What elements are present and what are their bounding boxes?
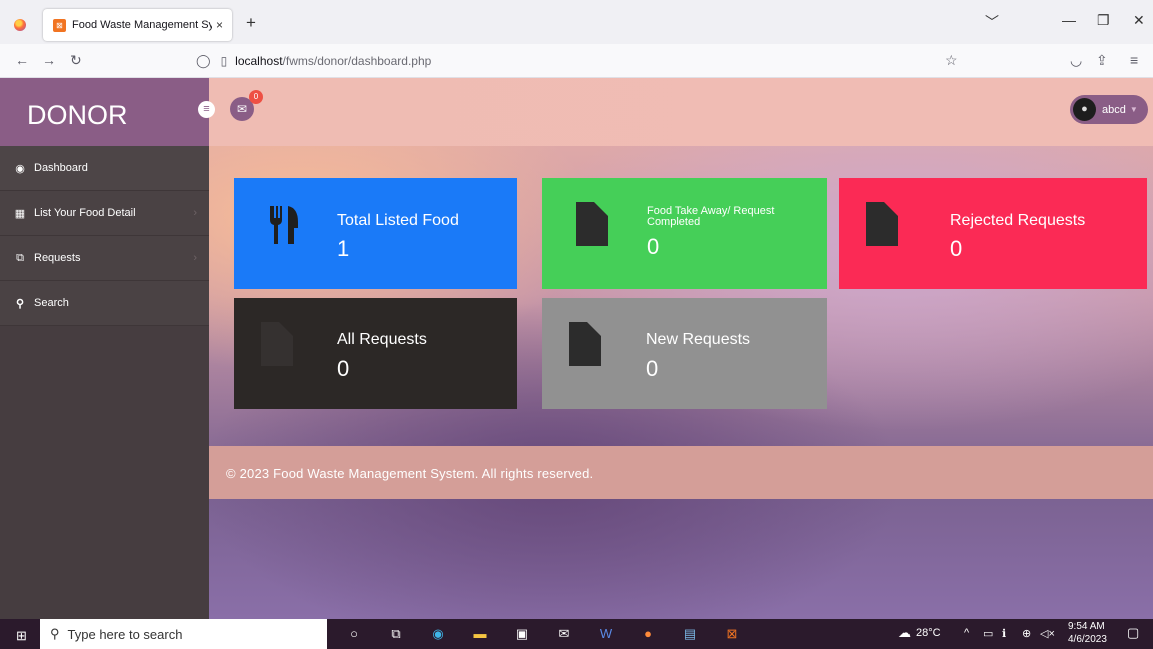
- sidebar-item-label: List Your Food Detail: [34, 207, 136, 219]
- username: abcd: [1102, 103, 1126, 116]
- browser-nav-bar: ← → ↻ ◯ ▯ localhost /fwms/donor/dashboar…: [0, 44, 1153, 78]
- xampp-favicon-icon: ⊠: [53, 18, 66, 32]
- new-tab-button[interactable]: +: [246, 13, 256, 33]
- card-value: 0: [950, 236, 963, 261]
- table-icon: ▦: [14, 207, 26, 220]
- shield-icon[interactable]: ◯: [196, 53, 211, 69]
- list-tabs-icon[interactable]: ﹀: [985, 12, 999, 32]
- browser-tab-bar: ⊠ Food Waste Management Syste × + ﹀ — ❐ …: [0, 0, 1153, 44]
- task-view-icon[interactable]: ⧉: [388, 626, 404, 642]
- user-menu-button[interactable]: ● abcd ▼: [1070, 95, 1148, 124]
- avatar: ●: [1073, 98, 1096, 121]
- xampp-icon[interactable]: ⊠: [724, 626, 740, 642]
- clock-date[interactable]: 4/6/2023: [1068, 634, 1107, 645]
- url-host: localhost: [235, 54, 283, 68]
- hamburger-menu-icon[interactable]: ≡: [198, 101, 215, 118]
- reload-icon[interactable]: ↻: [70, 52, 82, 69]
- weather-temp[interactable]: 28°C: [916, 627, 941, 639]
- card-food-take-away[interactable]: Food Take Away/ Request Completed 0: [542, 178, 827, 289]
- card-title: Rejected Requests: [950, 212, 1086, 229]
- footer-copyright: © 2023 Food Waste Management System. All…: [209, 446, 1153, 499]
- restore-icon[interactable]: ❐: [1097, 12, 1110, 29]
- card-value: 1: [337, 236, 350, 261]
- card-title: All Requests: [337, 331, 427, 348]
- firefox-taskbar-icon[interactable]: ●: [640, 626, 656, 642]
- battery-icon[interactable]: ▭: [983, 627, 993, 640]
- brand-title[interactable]: DONOR: [0, 78, 209, 146]
- clock-time[interactable]: 9:54 AM: [1068, 621, 1105, 632]
- sidebar-item-label: Requests: [34, 252, 81, 264]
- file-explorer-icon[interactable]: ▬: [472, 626, 488, 642]
- sidebar-item-label: Dashboard: [34, 162, 88, 174]
- sidebar-item-search[interactable]: ⚲ Search: [0, 281, 209, 326]
- chevron-right-icon: ›: [193, 207, 197, 219]
- card-value: 0: [646, 356, 659, 381]
- weather-icon[interactable]: ☁: [898, 625, 911, 641]
- address-bar[interactable]: ◯ ▯ localhost /fwms/donor/dashboard.php: [196, 48, 972, 74]
- back-icon[interactable]: ←: [15, 52, 29, 68]
- sidebar-item-dashboard[interactable]: ◉ Dashboard: [0, 146, 209, 191]
- menu-icon[interactable]: ≡: [1130, 52, 1138, 68]
- tray-chevron-icon[interactable]: ^: [964, 627, 969, 639]
- tab-close-icon[interactable]: ×: [216, 18, 223, 32]
- dashboard-icon: ◉: [15, 162, 25, 175]
- browser-tab[interactable]: ⊠ Food Waste Management Syste ×: [43, 9, 232, 41]
- volume-icon[interactable]: ◁×: [1040, 627, 1055, 640]
- page-icon[interactable]: ▯: [221, 54, 228, 68]
- card-rejected-requests[interactable]: Rejected Requests 0: [839, 178, 1147, 289]
- pocket-icon[interactable]: ◡: [1070, 52, 1082, 69]
- word-icon[interactable]: W: [598, 626, 614, 642]
- taskbar-search-placeholder: Type here to search: [67, 626, 183, 642]
- caret-down-icon: ▼: [1129, 105, 1138, 114]
- sidebar-item-label: Search: [34, 297, 69, 309]
- store-icon[interactable]: ▣: [514, 626, 530, 642]
- bookmark-star-icon[interactable]: ☆: [945, 52, 958, 69]
- file-icon: [576, 202, 608, 246]
- windows-start-icon[interactable]: ⊞: [16, 628, 27, 644]
- card-title: Total Listed Food: [337, 212, 459, 229]
- close-window-icon[interactable]: ✕: [1133, 12, 1145, 29]
- forward-icon[interactable]: →: [42, 52, 56, 68]
- search-icon: ⚲: [50, 626, 60, 641]
- url-path: /fwms/donor/dashboard.php: [282, 54, 432, 68]
- card-title: New Requests: [646, 331, 751, 348]
- network-icon[interactable]: ⊕: [1022, 627, 1031, 640]
- file-icon: [261, 322, 293, 366]
- taskbar-search-input[interactable]: ⚲ Type here to search: [40, 619, 327, 649]
- top-header: [209, 78, 1153, 146]
- page-content: DONOR ◉ Dashboard ▦ List Your Food Detai…: [0, 78, 1153, 619]
- search-icon: ⚲: [15, 297, 25, 310]
- share-icon[interactable]: ⇪: [1096, 52, 1108, 69]
- tab-title: Food Waste Management Syste: [72, 19, 212, 31]
- card-new-requests[interactable]: New Requests 0: [542, 298, 827, 409]
- card-value: 0: [337, 356, 350, 381]
- chevron-right-icon: ›: [193, 252, 197, 264]
- card-value: 0: [647, 234, 660, 259]
- edge-icon[interactable]: ◉: [430, 626, 446, 642]
- file-icon: [866, 202, 898, 246]
- firefox-icon[interactable]: [14, 19, 26, 31]
- windows-taskbar: ⊞ ⚲ Type here to search ○ ⧉ ◉ ▬ ▣ ✉ W ● …: [0, 619, 1153, 649]
- control-panel-icon[interactable]: ▤: [682, 626, 698, 642]
- card-total-listed-food[interactable]: Total Listed Food 1: [234, 178, 517, 289]
- cutlery-icon: [270, 206, 298, 244]
- card-title: Food Take Away/ Request Completed: [647, 205, 775, 228]
- copy-icon: ⧉: [16, 251, 24, 264]
- notifications-icon[interactable]: ▢: [1127, 625, 1139, 641]
- minimize-icon[interactable]: —: [1062, 12, 1076, 28]
- card-all-requests[interactable]: All Requests 0: [234, 298, 517, 409]
- file-icon: [569, 322, 601, 366]
- cortana-icon[interactable]: ○: [346, 626, 362, 642]
- mail-app-icon[interactable]: ✉: [556, 626, 572, 642]
- mail-count-badge: 0: [249, 90, 263, 104]
- ime-icon[interactable]: ℹ: [1002, 627, 1006, 640]
- sidebar-item-requests[interactable]: ⧉ Requests ›: [0, 236, 209, 281]
- sidebar: DONOR ◉ Dashboard ▦ List Your Food Detai…: [0, 78, 209, 619]
- sidebar-item-list-food[interactable]: ▦ List Your Food Detail ›: [0, 191, 209, 236]
